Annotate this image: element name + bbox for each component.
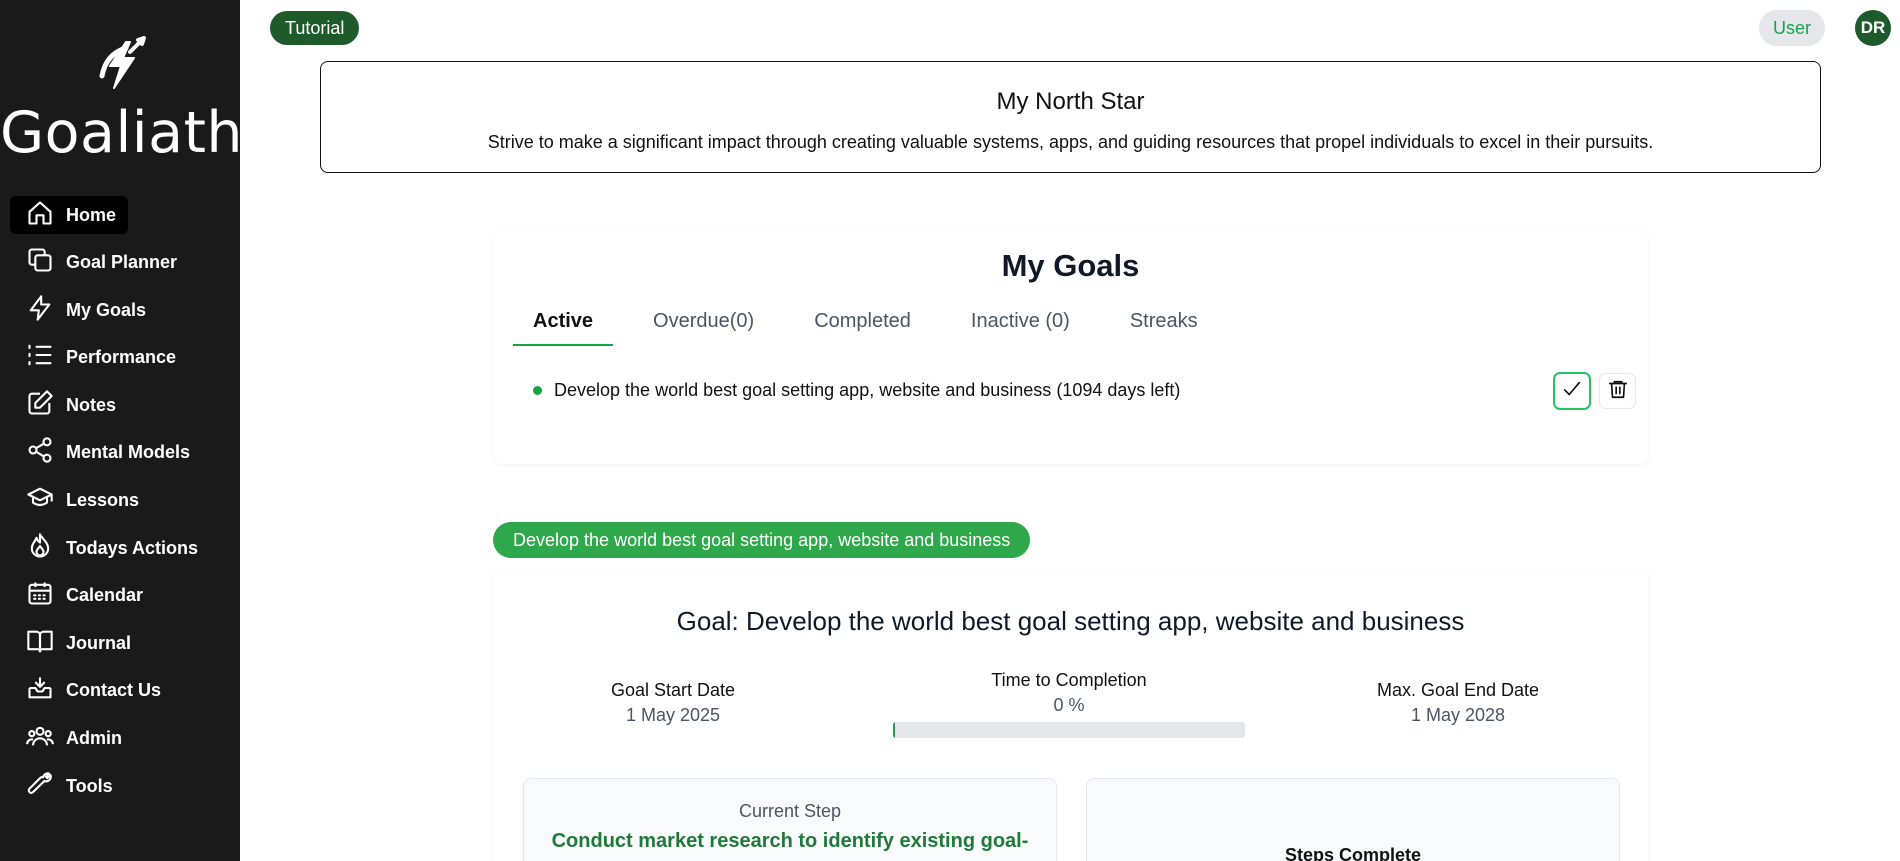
tab-inactive[interactable]: Inactive (0) xyxy=(951,306,1090,346)
sidebar-item-label: Notes xyxy=(66,394,117,415)
goal-end-value: 1 May 2028 xyxy=(1410,705,1506,725)
goal-text: Develop the world best goal setting app,… xyxy=(554,379,1181,400)
sidebar-item-performance[interactable]: Performance xyxy=(10,339,230,377)
graduation-cap-icon xyxy=(26,484,54,517)
logo-icon xyxy=(96,36,146,94)
goal-start-stat: Goal Start Date 1 May 2025 xyxy=(573,680,773,726)
sidebar-item-todays-actions[interactable]: Todays Actions xyxy=(10,529,230,567)
goal-start-value: 1 May 2025 xyxy=(625,705,721,725)
time-to-completion-stat: Time to Completion 0 % xyxy=(919,670,1219,716)
sidebar-item-label: Admin xyxy=(66,728,122,749)
goal-tabs: Active Overdue(0) Completed Inactive (0)… xyxy=(513,306,1218,346)
calendar-icon xyxy=(26,579,54,612)
tab-overdue[interactable]: Overdue(0) xyxy=(633,306,774,346)
wrench-icon xyxy=(26,770,54,803)
current-step-card: Current Step Conduct market research to … xyxy=(523,778,1057,861)
time-to-completion-value: 0 % xyxy=(1053,695,1085,715)
sidebar-item-label: Journal xyxy=(66,632,132,653)
tab-completed[interactable]: Completed xyxy=(794,306,931,346)
north-star-title: My North Star xyxy=(996,88,1145,115)
goal-start-label: Goal Start Date xyxy=(610,680,736,700)
book-icon xyxy=(26,627,54,660)
sidebar-item-home[interactable]: Home xyxy=(10,196,128,234)
user-role-badge[interactable]: User xyxy=(1759,10,1825,46)
check-icon xyxy=(1561,378,1583,405)
list-item[interactable]: Develop the world best goal setting app,… xyxy=(533,372,1636,410)
sidebar-item-notes[interactable]: Notes xyxy=(10,386,230,424)
flame-icon xyxy=(26,532,54,565)
completion-progress-bar xyxy=(893,722,1245,738)
sidebar-item-tools[interactable]: Tools xyxy=(10,767,230,805)
home-icon xyxy=(26,199,54,232)
sidebar-nav: Home Goal Planner My Goals Performance N… xyxy=(10,196,230,815)
lightning-icon xyxy=(26,294,54,327)
copy-icon xyxy=(26,246,54,279)
sidebar-item-mental-models[interactable]: Mental Models xyxy=(10,434,230,472)
north-star-card: My North Star Strive to make a significa… xyxy=(320,61,1821,173)
inbox-icon xyxy=(26,674,54,707)
brand-name: Goaliath xyxy=(0,100,244,166)
current-step-label: Current Step xyxy=(738,801,842,821)
sidebar-item-goal-planner[interactable]: Goal Planner xyxy=(10,244,230,282)
sidebar-item-label: Mental Models xyxy=(66,442,191,463)
steps-complete-card: Steps Complete xyxy=(1086,778,1620,861)
sidebar-item-journal[interactable]: Journal xyxy=(10,624,230,662)
edit-icon xyxy=(26,389,54,422)
users-icon xyxy=(26,722,54,755)
goal-end-label: Max. Goal End Date xyxy=(1376,680,1540,700)
sidebar-item-label: Lessons xyxy=(66,490,140,511)
sidebar-item-label: My Goals xyxy=(66,299,147,320)
my-goals-card: My Goals Active Overdue(0) Completed Ina… xyxy=(493,232,1648,464)
sidebar: Goaliath Home Goal Planner My Goals Perf… xyxy=(0,0,244,861)
steps-complete-label: Steps Complete xyxy=(1284,845,1422,861)
sidebar-item-label: Tools xyxy=(66,775,113,796)
current-step-text[interactable]: Conduct market research to identify exis… xyxy=(524,830,1056,853)
sidebar-item-label: Contact Us xyxy=(66,680,162,701)
sidebar-item-lessons[interactable]: Lessons xyxy=(10,482,230,520)
time-to-completion-label: Time to Completion xyxy=(991,670,1147,690)
sidebar-item-contact-us[interactable]: Contact Us xyxy=(10,672,230,710)
tab-streaks[interactable]: Streaks xyxy=(1110,306,1218,346)
goal-detail-title: Goal: Develop the world best goal settin… xyxy=(676,606,1465,636)
sidebar-item-label: Performance xyxy=(66,347,177,368)
tutorial-button[interactable]: Tutorial xyxy=(270,11,360,45)
sidebar-item-admin[interactable]: Admin xyxy=(10,720,230,758)
trash-icon xyxy=(1607,378,1629,405)
delete-goal-button[interactable] xyxy=(1599,373,1636,409)
tab-active[interactable]: Active xyxy=(513,306,614,346)
sidebar-item-label: Goal Planner xyxy=(66,252,178,273)
sidebar-item-calendar[interactable]: Calendar xyxy=(10,577,230,615)
sidebar-item-label: Home xyxy=(66,204,117,225)
sidebar-item-label: Todays Actions xyxy=(66,537,199,558)
avatar[interactable]: DR xyxy=(1855,10,1891,46)
share-icon xyxy=(26,436,54,469)
complete-goal-button[interactable] xyxy=(1553,372,1591,410)
selected-goal-pill[interactable]: Develop the world best goal setting app,… xyxy=(493,522,1031,558)
sidebar-item-my-goals[interactable]: My Goals xyxy=(10,291,230,329)
sidebar-item-label: Calendar xyxy=(66,585,144,606)
goal-end-stat: Max. Goal End Date 1 May 2028 xyxy=(1343,680,1573,726)
my-goals-title: My Goals xyxy=(1001,248,1140,283)
completion-progress-fill xyxy=(893,722,895,738)
status-dot xyxy=(533,385,542,395)
north-star-text: Strive to make a significant impact thro… xyxy=(487,132,1654,152)
list-icon xyxy=(26,341,54,374)
goal-detail-card: Goal: Develop the world best goal settin… xyxy=(493,570,1648,861)
